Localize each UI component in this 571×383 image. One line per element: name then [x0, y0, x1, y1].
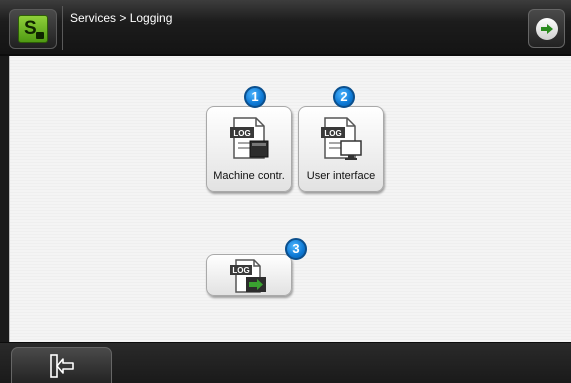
log-export-icon: LOG [230, 259, 266, 293]
main-content [0, 56, 571, 342]
exit-button[interactable] [11, 347, 112, 383]
header-bar: S Services > Logging [0, 0, 571, 56]
breadcrumb: Services > Logging [70, 11, 173, 25]
log-user-interface-icon: LOG [321, 117, 362, 160]
next-button[interactable] [528, 9, 565, 48]
app-window: S Services > Logging LOG Machine contr. … [0, 0, 571, 383]
machine-control-log-button[interactable]: LOG Machine contr. [206, 106, 292, 192]
export-log-button[interactable]: LOG [206, 254, 292, 296]
callout-badge: 1 [244, 86, 266, 108]
s-logo-icon: S [18, 15, 48, 43]
callout-badge: 2 [333, 86, 355, 108]
callout-badge: 3 [285, 238, 307, 260]
svg-text:LOG: LOG [324, 129, 341, 138]
svg-text:LOG: LOG [233, 129, 250, 138]
tile-label: Machine contr. [213, 170, 285, 182]
left-edge [0, 56, 10, 342]
tile-label: User interface [306, 170, 376, 182]
footer-bar [0, 342, 571, 383]
arrow-right-circle-icon [535, 17, 558, 40]
svg-text:LOG: LOG [232, 266, 249, 275]
log-machine-control-icon: LOG [230, 117, 269, 159]
user-interface-log-button[interactable]: LOG User interface [298, 106, 384, 192]
home-button[interactable]: S [9, 9, 57, 49]
exit-door-icon [49, 354, 74, 378]
header-divider [62, 6, 63, 50]
